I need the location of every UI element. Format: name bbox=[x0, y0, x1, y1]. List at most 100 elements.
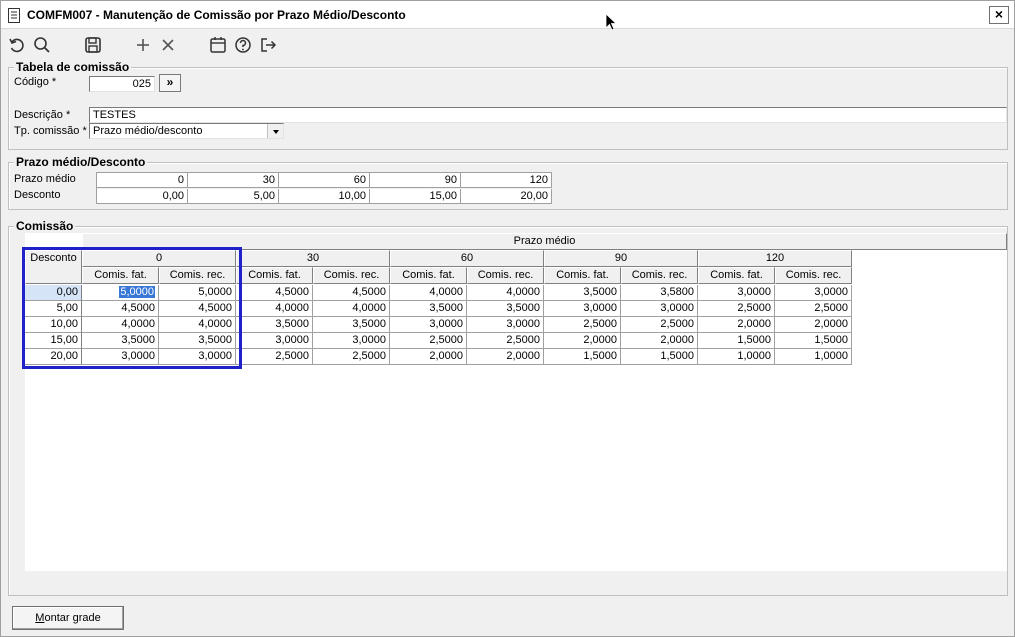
comissao-cell[interactable]: 2,5000 bbox=[775, 301, 852, 317]
comissao-cell[interactable]: 3,5000 bbox=[82, 333, 159, 349]
comis-rec-header[interactable]: Comis. rec. bbox=[159, 267, 236, 284]
comissao-cell[interactable]: 4,5000 bbox=[82, 301, 159, 317]
comissao-cell[interactable]: 2,5000 bbox=[236, 349, 313, 365]
prazo-column-header[interactable]: 90 bbox=[544, 250, 698, 267]
desconto-row-label[interactable]: 0,00 bbox=[25, 285, 82, 301]
comissao-cell[interactable]: 3,5800 bbox=[621, 285, 698, 301]
comissao-cell[interactable]: 4,0000 bbox=[467, 285, 544, 301]
comissao-cell[interactable]: 4,5000 bbox=[313, 285, 390, 301]
comissao-cell[interactable]: 3,0000 bbox=[390, 317, 467, 333]
calendar-icon[interactable] bbox=[208, 35, 228, 55]
comissao-cell[interactable]: 3,5000 bbox=[544, 285, 621, 301]
comissao-cell[interactable]: 2,0000 bbox=[544, 333, 621, 349]
desconto-row-label[interactable]: 10,00 bbox=[25, 317, 82, 333]
prazo-medio-cell[interactable]: 0 bbox=[97, 173, 188, 188]
exit-icon[interactable] bbox=[258, 35, 278, 55]
prazo-medio-cell[interactable]: 90 bbox=[370, 173, 461, 188]
comissao-cell[interactable]: 2,5000 bbox=[390, 333, 467, 349]
comissao-cell[interactable]: 2,0000 bbox=[390, 349, 467, 365]
tabela-comissao-title: Tabela de comissão bbox=[14, 60, 132, 74]
montar-grade-label: ontar grade bbox=[44, 612, 101, 624]
tipo-comissao-select[interactable]: Prazo médio/desconto bbox=[89, 123, 284, 139]
comis-rec-header[interactable]: Comis. rec. bbox=[467, 267, 544, 284]
comissao-cell[interactable]: 1,5000 bbox=[621, 349, 698, 365]
comissao-cell[interactable]: 2,0000 bbox=[467, 349, 544, 365]
comissao-cell[interactable]: 1,5000 bbox=[698, 333, 775, 349]
comis-rec-header[interactable]: Comis. rec. bbox=[313, 267, 390, 284]
comis-fat-header[interactable]: Comis. fat. bbox=[390, 267, 467, 284]
comis-fat-header[interactable]: Comis. fat. bbox=[544, 267, 621, 284]
comis-fat-header[interactable]: Comis. fat. bbox=[236, 267, 313, 284]
comissao-grid: Prazo médio Desconto 0 30 60 90 120 Comis. fat.… bbox=[25, 233, 1007, 571]
comissao-cell[interactable]: 2,5000 bbox=[313, 349, 390, 365]
prazo-column-header[interactable]: 60 bbox=[390, 250, 544, 267]
comissao-cell[interactable]: 3,0000 bbox=[621, 301, 698, 317]
comissao-cell[interactable]: 3,0000 bbox=[236, 333, 313, 349]
prazo-column-header[interactable]: 120 bbox=[698, 250, 852, 267]
comissao-cell[interactable]: 2,0000 bbox=[775, 317, 852, 333]
comissao-cell[interactable]: 2,5000 bbox=[698, 301, 775, 317]
comissao-cell[interactable]: 4,0000 bbox=[390, 285, 467, 301]
delete-icon[interactable] bbox=[158, 35, 178, 55]
prazo-medio-cell[interactable]: 60 bbox=[279, 173, 370, 188]
comissao-cell[interactable]: 5,0000 bbox=[159, 285, 236, 301]
prazo-medio-cell[interactable]: 30 bbox=[188, 173, 279, 188]
comissao-cell[interactable]: 4,0000 bbox=[313, 301, 390, 317]
comissao-cell[interactable]: 3,0000 bbox=[467, 317, 544, 333]
save-icon[interactable] bbox=[83, 35, 103, 55]
add-icon[interactable] bbox=[133, 35, 153, 55]
comissao-cell[interactable]: 4,0000 bbox=[236, 301, 313, 317]
desconto-cell[interactable]: 0,00 bbox=[97, 189, 188, 204]
comissao-cell[interactable]: 1,5000 bbox=[544, 349, 621, 365]
comissao-cell[interactable]: 4,5000 bbox=[159, 301, 236, 317]
desconto-row-label[interactable]: 20,00 bbox=[25, 349, 82, 365]
selected-cell-value: 5,0000 bbox=[119, 286, 155, 298]
comissao-cell[interactable]: 3,5000 bbox=[236, 317, 313, 333]
codigo-input[interactable]: 025 bbox=[89, 76, 155, 92]
comissao-cell[interactable]: 2,5000 bbox=[544, 317, 621, 333]
prazo-column-header[interactable]: 30 bbox=[236, 250, 390, 267]
desconto-cell[interactable]: 5,00 bbox=[188, 189, 279, 204]
comissao-cell[interactable]: 3,5000 bbox=[390, 301, 467, 317]
search-icon[interactable] bbox=[32, 35, 52, 55]
desconto-cell[interactable]: 20,00 bbox=[461, 189, 552, 204]
codigo-lookup-button[interactable]: » bbox=[159, 74, 181, 92]
comis-rec-header[interactable]: Comis. rec. bbox=[775, 267, 852, 284]
comissao-cell[interactable]: 2,0000 bbox=[621, 333, 698, 349]
desconto-cell[interactable]: 10,00 bbox=[279, 189, 370, 204]
undo-icon[interactable] bbox=[7, 35, 27, 55]
desconto-cell[interactable]: 15,00 bbox=[370, 189, 461, 204]
comissao-cell[interactable]: 1,5000 bbox=[775, 333, 852, 349]
comissao-cell[interactable]: 3,5000 bbox=[159, 333, 236, 349]
comissao-cell[interactable]: 3,0000 bbox=[698, 285, 775, 301]
comis-fat-header[interactable]: Comis. fat. bbox=[82, 267, 159, 284]
comissao-cell[interactable]: 4,0000 bbox=[159, 317, 236, 333]
app-window: COMFM007 - Manutenção de Comissão por Pr… bbox=[0, 0, 1015, 637]
desconto-row-label[interactable]: 15,00 bbox=[25, 333, 82, 349]
comissao-cell[interactable]: 3,0000 bbox=[159, 349, 236, 365]
comis-fat-header[interactable]: Comis. fat. bbox=[698, 267, 775, 284]
comissao-cell[interactable]: 1,0000 bbox=[698, 349, 775, 365]
montar-grade-button[interactable]: Montar grade bbox=[12, 606, 124, 630]
comissao-cell[interactable]: 3,0000 bbox=[775, 285, 852, 301]
close-button[interactable]: × bbox=[989, 6, 1009, 24]
comissao-cell[interactable]: 3,5000 bbox=[467, 301, 544, 317]
comissao-cell[interactable]: 5,0000 bbox=[82, 285, 159, 301]
comissao-cell[interactable]: 3,5000 bbox=[313, 317, 390, 333]
chevron-down-icon[interactable] bbox=[267, 124, 283, 138]
prazo-column-header[interactable]: 0 bbox=[82, 250, 236, 267]
comissao-cell[interactable]: 3,0000 bbox=[544, 301, 621, 317]
comissao-cell[interactable]: 3,0000 bbox=[82, 349, 159, 365]
comissao-cell[interactable]: 4,5000 bbox=[236, 285, 313, 301]
descricao-input[interactable]: TESTES bbox=[89, 107, 1007, 123]
help-icon[interactable] bbox=[233, 35, 253, 55]
comissao-cell[interactable]: 4,0000 bbox=[82, 317, 159, 333]
desconto-row-label[interactable]: 5,00 bbox=[25, 301, 82, 317]
prazo-medio-cell[interactable]: 120 bbox=[461, 173, 552, 188]
comissao-cell[interactable]: 2,5000 bbox=[467, 333, 544, 349]
comissao-cell[interactable]: 2,0000 bbox=[698, 317, 775, 333]
comissao-cell[interactable]: 1,0000 bbox=[775, 349, 852, 365]
comis-rec-header[interactable]: Comis. rec. bbox=[621, 267, 698, 284]
comissao-cell[interactable]: 3,0000 bbox=[313, 333, 390, 349]
comissao-cell[interactable]: 2,5000 bbox=[621, 317, 698, 333]
